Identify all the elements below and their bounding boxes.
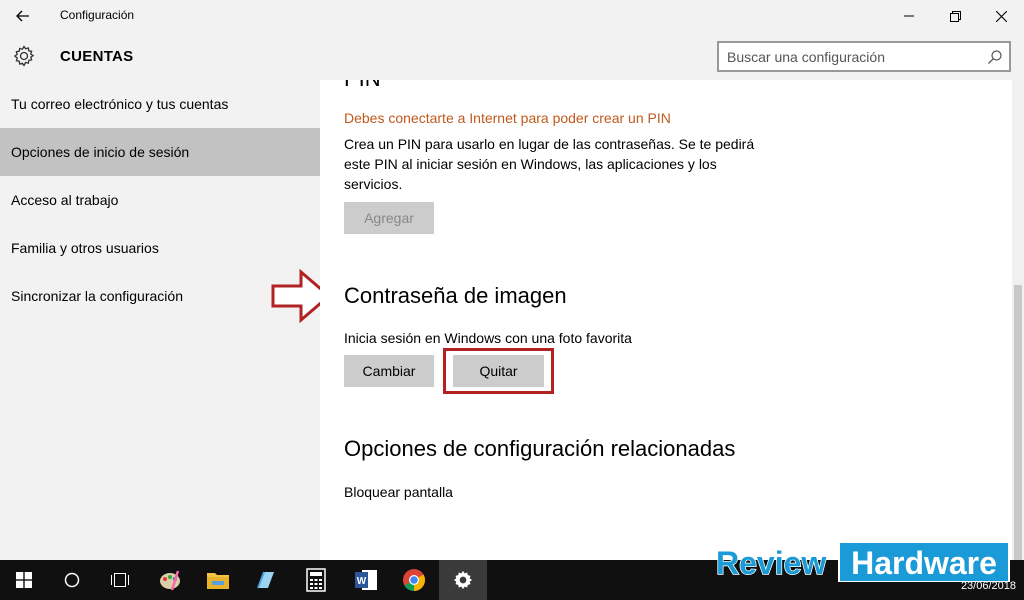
pin-heading: PIN xyxy=(344,80,381,92)
svg-text:Hardware: Hardware xyxy=(851,545,997,581)
picture-password-description: Inicia sesión en Windows con una foto fa… xyxy=(344,330,632,346)
change-picture-password-button[interactable]: Cambiar xyxy=(344,355,434,387)
window-title: Configuración xyxy=(60,8,135,22)
picture-password-heading: Contraseña de imagen xyxy=(344,283,567,308)
sidebar-item-email-accounts[interactable]: Tu correo electrónico y tus cuentas xyxy=(0,80,320,128)
minimize-button[interactable] xyxy=(886,0,932,32)
scrollbar[interactable] xyxy=(1012,80,1024,560)
svg-text:W: W xyxy=(357,576,367,587)
add-pin-button[interactable]: Agregar xyxy=(344,202,434,234)
paint-icon xyxy=(160,570,180,591)
scrollbar-thumb[interactable] xyxy=(1014,285,1022,560)
taskbar-word[interactable]: W xyxy=(342,560,390,600)
search-icon[interactable] xyxy=(987,49,1003,65)
pin-description-line-1: Crea un PIN para usarlo en lugar de las … xyxy=(344,136,755,152)
notepad-icon xyxy=(257,571,274,589)
restore-icon xyxy=(949,10,961,22)
gear-icon xyxy=(13,45,35,67)
cortana-circle-icon xyxy=(64,572,80,588)
sidebar-item-family-users[interactable]: Familia y otros usuarios xyxy=(0,224,320,272)
taskbar-chrome[interactable] xyxy=(390,560,438,600)
taskbar-settings[interactable] xyxy=(439,560,487,600)
close-icon xyxy=(995,10,1007,22)
word-icon: W xyxy=(355,570,377,590)
related-settings-heading: Opciones de configuración relacionadas xyxy=(344,436,736,461)
title-bar: Configuración xyxy=(0,0,1024,32)
review-hardware-watermark: Review Hardware xyxy=(715,541,1010,582)
svg-text:Review: Review xyxy=(716,545,826,581)
content-pane: PIN Debes conectarte a Internet para pod… xyxy=(320,80,1012,560)
file-explorer-icon xyxy=(207,573,229,589)
taskbar-file-explorer[interactable] xyxy=(194,560,242,600)
taskbar-paint[interactable] xyxy=(146,560,194,600)
section-title: CUENTAS xyxy=(60,48,134,65)
taskbar-notepad[interactable] xyxy=(242,560,290,600)
sidebar-item-work-access[interactable]: Acceso al trabajo xyxy=(0,176,320,224)
search-box[interactable] xyxy=(717,41,1011,72)
arrow-left-icon xyxy=(16,10,29,22)
start-button[interactable] xyxy=(0,560,48,600)
search-input[interactable] xyxy=(727,48,977,66)
remove-picture-password-button[interactable]: Quitar xyxy=(453,355,544,387)
taskbar-calculator[interactable] xyxy=(292,560,340,600)
restore-button[interactable] xyxy=(932,0,978,32)
task-view-button[interactable] xyxy=(96,560,144,600)
pin-warning-text: Debes conectarte a Internet para poder c… xyxy=(344,110,671,126)
windows-start-icon xyxy=(16,572,32,588)
lock-screen-link[interactable]: Bloquear pantalla xyxy=(344,482,453,502)
calculator-icon xyxy=(306,568,326,592)
chrome-icon xyxy=(403,569,425,591)
settings-gear-icon xyxy=(453,570,473,590)
close-button[interactable] xyxy=(978,0,1024,32)
header: CUENTAS xyxy=(0,32,1024,80)
pin-description-line-3: servicios. xyxy=(344,176,403,192)
minimize-icon xyxy=(904,15,914,17)
cortana-button[interactable] xyxy=(48,560,96,600)
pin-description-line-2: este PIN al iniciar sesión en Windows, l… xyxy=(344,156,717,172)
back-button[interactable] xyxy=(8,4,38,28)
task-view-icon xyxy=(111,573,129,587)
sidebar-item-sign-in-options[interactable]: Opciones de inicio de sesión xyxy=(0,128,320,176)
